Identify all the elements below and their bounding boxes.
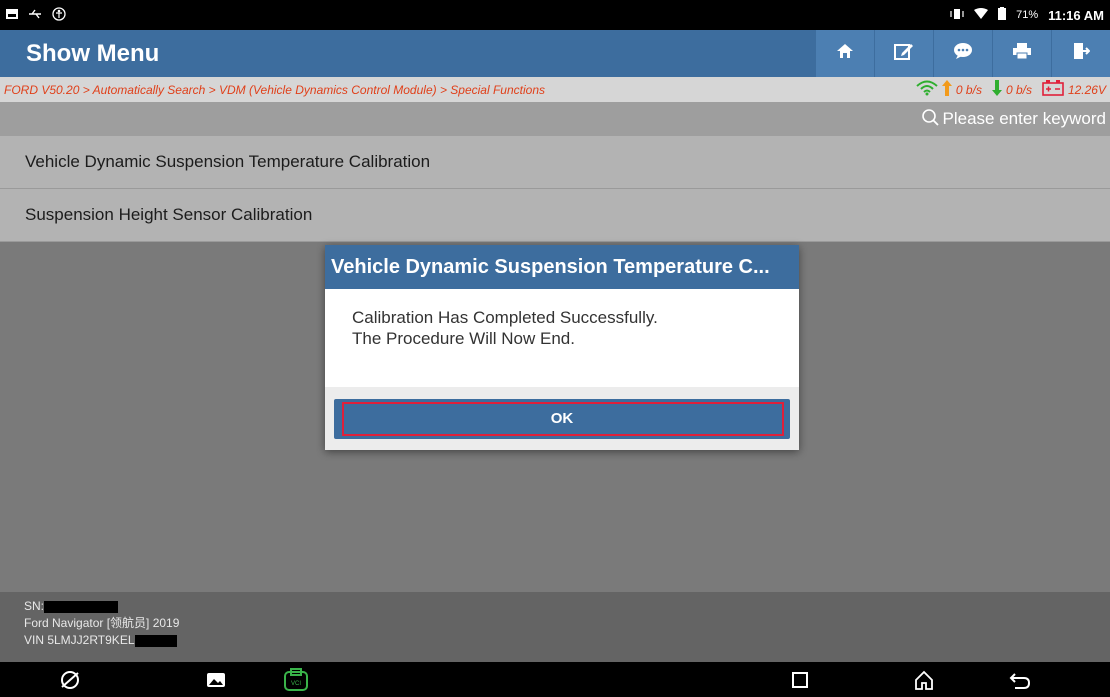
print-icon — [1012, 42, 1032, 65]
toolbar — [815, 30, 1110, 77]
vehicle-info-footer: SN: Ford Navigator [领航员] 2019 VIN 5LMJJ2… — [0, 592, 1110, 662]
message-icon — [953, 42, 973, 65]
search-input[interactable]: Please enter keyword — [917, 105, 1110, 133]
svg-text:VCI: VCI — [291, 681, 301, 687]
accessibility-icon — [52, 6, 66, 24]
battery-icon — [998, 7, 1007, 23]
voltage-value: 12.26V — [1067, 82, 1106, 97]
signal-icon — [916, 80, 938, 99]
exit-icon — [1072, 42, 1091, 65]
upload-speed: 0 b/s — [955, 82, 982, 97]
download-speed: 0 b/s — [1005, 82, 1032, 97]
upload-arrow-icon — [941, 80, 952, 99]
edit-button[interactable] — [875, 30, 933, 77]
vehicle-model: Ford Navigator [领航员] 2019 — [24, 616, 180, 630]
menu-item-temperature-calibration[interactable]: Vehicle Dynamic Suspension Temperature C… — [0, 136, 1110, 189]
search-placeholder: Please enter keyword — [942, 109, 1106, 128]
message-button[interactable] — [934, 30, 992, 77]
wifi-icon — [974, 7, 989, 23]
home-button[interactable] — [816, 30, 874, 77]
calibration-dialog: Vehicle Dynamic Suspension Temperature C… — [325, 245, 799, 450]
recent-apps-icon[interactable] — [780, 662, 820, 697]
browser-icon[interactable] — [50, 662, 90, 697]
usb-icon — [28, 8, 42, 23]
print-button[interactable] — [993, 30, 1051, 77]
gallery-icon[interactable] — [196, 662, 236, 697]
vin-row: VIN 5LMJJ2RT9KEL — [24, 632, 1086, 649]
dialog-message-line-1: Calibration Has Completed Successfully. — [352, 308, 658, 327]
download-arrow-icon — [991, 80, 1002, 99]
notification-icon — [6, 8, 18, 23]
function-menu: Vehicle Dynamic Suspension Temperature C… — [0, 136, 1110, 242]
search-bar: Please enter keyword — [0, 102, 1110, 136]
vibrate-icon — [950, 8, 964, 23]
edit-icon — [894, 42, 914, 65]
battery-voltage-icon — [1042, 80, 1064, 99]
serial-number-label: SN: — [24, 599, 45, 613]
menu-item-height-sensor-calibration[interactable]: Suspension Height Sensor Calibration — [0, 189, 1110, 242]
connection-status: 0 b/s 0 b/s 12.26V — [916, 80, 1106, 99]
dialog-message-line-2: The Procedure Will Now End. — [352, 329, 575, 348]
dialog-footer: OK — [325, 387, 799, 450]
redacted-block — [44, 600, 119, 613]
ok-button[interactable]: OK — [334, 398, 790, 439]
app-header: Show Menu — [0, 30, 1110, 77]
back-icon[interactable] — [1000, 662, 1040, 697]
vin-label: VIN 5LMJJ2RT9KEL — [24, 633, 135, 647]
page-title: Show Menu — [26, 39, 160, 67]
clock: 11:16 AM — [1048, 7, 1104, 23]
breadcrumb: FORD V50.20 > Automatically Search > VDM… — [4, 82, 546, 97]
system-nav-bar: VCI — [0, 662, 1110, 697]
search-icon — [921, 108, 939, 131]
breadcrumb-bar: FORD V50.20 > Automatically Search > VDM… — [0, 77, 1110, 102]
status-bar: 71% 11:16 AM — [0, 0, 1110, 30]
vci-icon[interactable]: VCI — [276, 662, 316, 697]
dialog-body: Calibration Has Completed Successfully. … — [325, 289, 799, 387]
serial-number-row: SN: — [24, 598, 1086, 615]
exit-button[interactable] — [1052, 30, 1110, 77]
dialog-title: Vehicle Dynamic Suspension Temperature C… — [325, 245, 799, 289]
home-icon — [836, 43, 854, 64]
redacted-block — [134, 634, 177, 647]
battery-percent: 71% — [1016, 9, 1039, 21]
home-nav-icon[interactable] — [904, 662, 944, 697]
ok-button-label: OK — [550, 410, 574, 427]
